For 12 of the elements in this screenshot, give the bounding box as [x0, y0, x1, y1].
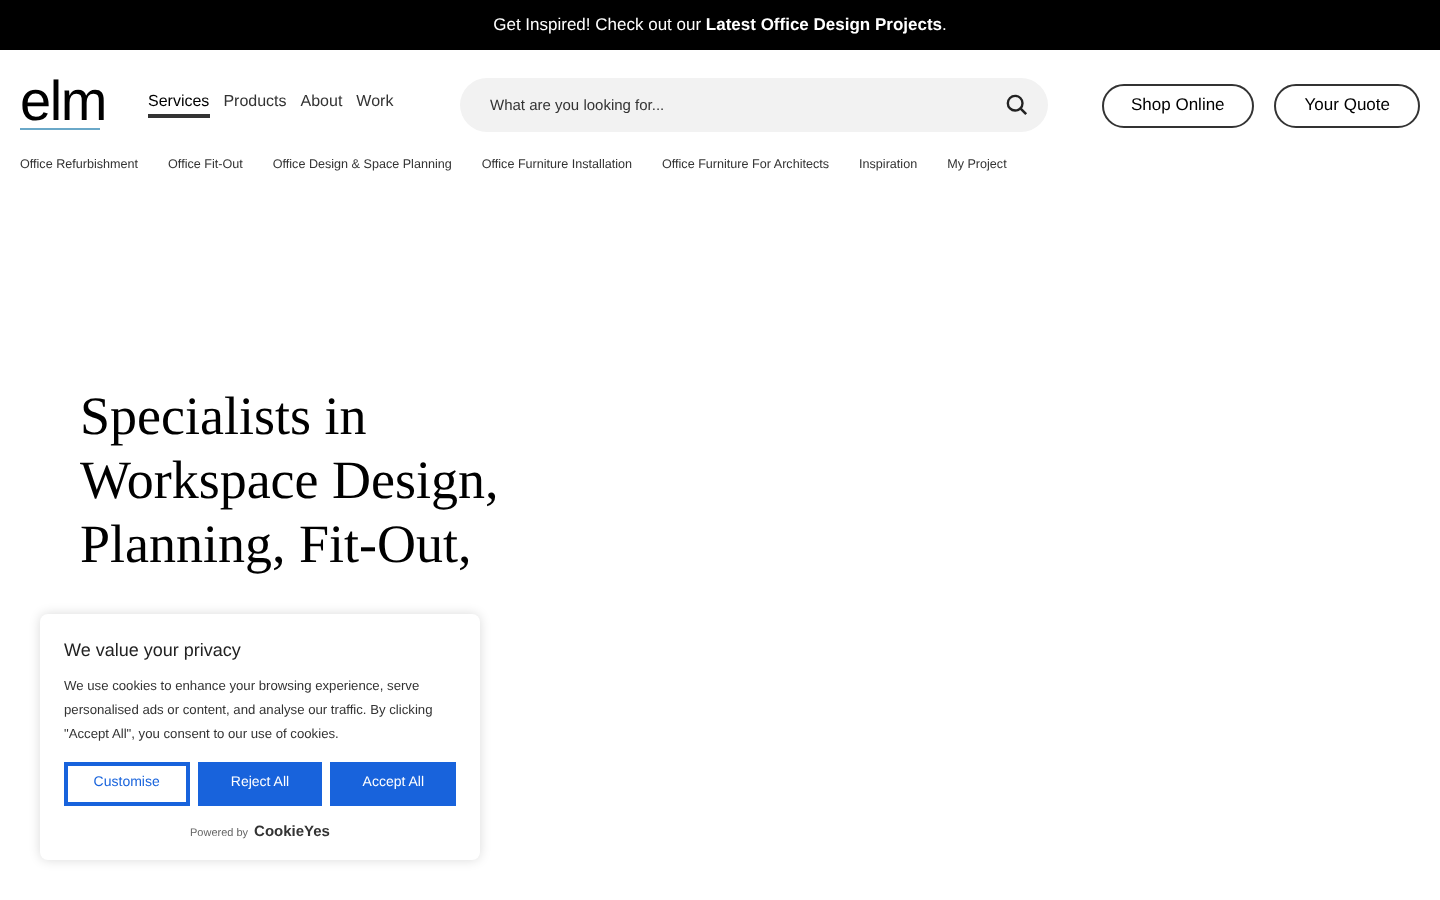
nav-link[interactable]: About: [300, 92, 343, 118]
logo-underline-icon: [20, 128, 100, 132]
nav-link[interactable]: Work: [356, 92, 394, 118]
announcement-text: Get Inspired! Check out our Latest Office Design Projects.: [493, 12, 947, 38]
header-button[interactable]: Shop Online: [1101, 83, 1255, 127]
nav-link[interactable]: Services: [148, 92, 210, 118]
logo-text[interactable]: elm: [20, 78, 148, 126]
hero-heading: Specialists in Workspace Design, Planning, Fit-Out,: [80, 384, 501, 576]
cookie-title: We value your privacy: [64, 638, 243, 664]
nav-link[interactable]: Products: [223, 92, 287, 118]
header-button[interactable]: Your Quote: [1274, 83, 1420, 127]
search-icon[interactable]: [1006, 94, 1028, 116]
